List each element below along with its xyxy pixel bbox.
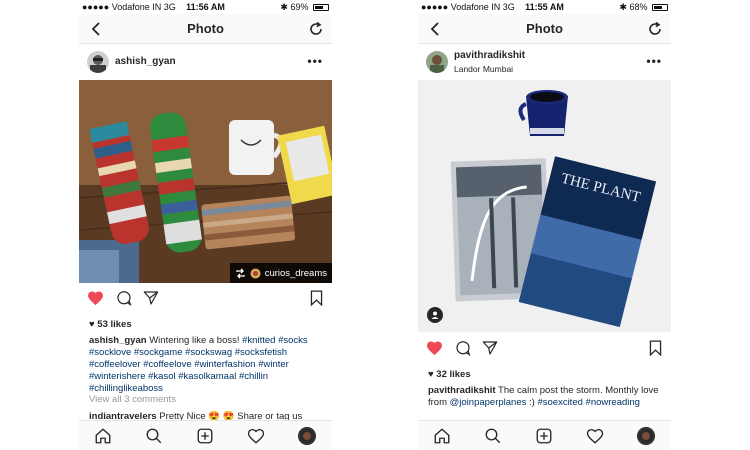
- hashtag[interactable]: #winterishere: [89, 371, 146, 382]
- battery-icon: [652, 4, 668, 11]
- bluetooth-icon: ✱: [280, 2, 288, 12]
- post-actions: [418, 335, 671, 361]
- repost-icon: [236, 268, 245, 278]
- hashtag[interactable]: #socks: [278, 335, 308, 346]
- hashtag[interactable]: #chillin: [239, 371, 268, 382]
- hashtag[interactable]: #winterfashion: [194, 359, 255, 370]
- add-post-icon[interactable]: [196, 427, 214, 445]
- hashtag[interactable]: #socklove: [89, 347, 131, 358]
- post-username[interactable]: pavithradikshit: [454, 50, 525, 61]
- small-heart-icon: ♥: [428, 369, 434, 380]
- post-header: pavithradikshit Landor Mumbai •••: [418, 44, 671, 80]
- activity-heart-icon[interactable]: [586, 427, 604, 445]
- right-phone-screen: ●●●●● Vodafone IN 3G 11:55 AM ✱ 68% Phot…: [418, 0, 671, 450]
- small-heart-icon: ♥: [89, 319, 95, 330]
- search-icon[interactable]: [484, 427, 502, 445]
- comment-icon[interactable]: [455, 340, 471, 356]
- hashtag[interactable]: #nowreading: [586, 397, 640, 408]
- home-icon[interactable]: [94, 427, 112, 445]
- post-photo[interactable]: THE PLANT: [418, 80, 671, 332]
- refresh-icon[interactable]: [647, 21, 663, 37]
- caption-username[interactable]: pavithradikshit: [428, 385, 496, 396]
- bookmark-icon[interactable]: [310, 290, 323, 306]
- activity-heart-icon[interactable]: [247, 427, 265, 445]
- heart-icon[interactable]: [87, 290, 104, 306]
- hashtag[interactable]: #soexcited: [537, 397, 582, 408]
- hashtag[interactable]: #socksfetish: [235, 347, 287, 358]
- more-options-icon[interactable]: •••: [646, 54, 662, 68]
- avatar[interactable]: [87, 51, 109, 73]
- repost-credit-username: curios_dreams: [264, 267, 327, 279]
- add-post-icon[interactable]: [535, 427, 553, 445]
- more-options-icon[interactable]: •••: [307, 54, 323, 68]
- hashtag[interactable]: #kasolkamaal: [178, 371, 236, 382]
- post-header: ashish_gyan •••: [79, 44, 332, 80]
- hashtag[interactable]: #kasol: [148, 371, 175, 382]
- credit-avatar-icon: [250, 268, 261, 278]
- refresh-icon[interactable]: [308, 21, 324, 37]
- page-title: Photo: [187, 21, 224, 36]
- repost-credit-badge[interactable]: curios_dreams: [229, 263, 332, 283]
- search-icon[interactable]: [145, 427, 163, 445]
- mention-link[interactable]: @joinpaperplanes: [450, 397, 527, 408]
- hashtag[interactable]: #knitted: [242, 335, 275, 346]
- status-bar: ●●●●● Vodafone IN 3G 11:56 AM ✱ 69%: [79, 0, 332, 14]
- hashtag[interactable]: #sockgame: [134, 347, 183, 358]
- bottom-tab-bar: [418, 420, 671, 450]
- likes-count[interactable]: ♥ 53 likes: [89, 319, 132, 330]
- caption-tail: :): [529, 397, 535, 408]
- page-title: Photo: [526, 21, 563, 36]
- hashtag[interactable]: #coffeelove: [143, 359, 191, 370]
- caption-text: Wintering like a boss!: [149, 335, 240, 346]
- hashtag[interactable]: #chillinglikeaboss: [89, 383, 163, 394]
- left-phone-screen: ●●●●● Vodafone IN 3G 11:56 AM ✱ 69% Phot…: [79, 0, 332, 450]
- navigation-bar: Photo: [79, 14, 332, 44]
- post-actions: [79, 285, 332, 311]
- share-icon[interactable]: [143, 290, 159, 306]
- home-icon[interactable]: [433, 427, 451, 445]
- magazine-mug-photo: THE PLANT: [418, 80, 671, 332]
- post-username[interactable]: ashish_gyan: [115, 56, 176, 67]
- battery-percent: 68%: [629, 2, 648, 12]
- navigation-bar: Photo: [418, 14, 671, 44]
- bluetooth-icon: ✱: [619, 2, 627, 12]
- hashtag[interactable]: #sockswag: [185, 347, 232, 358]
- profile-tab-avatar[interactable]: [298, 427, 316, 445]
- caption-username[interactable]: ashish_gyan: [89, 335, 147, 346]
- avatar[interactable]: [426, 51, 448, 73]
- post-location[interactable]: Landor Mumbai: [454, 64, 513, 74]
- heart-icon[interactable]: [426, 340, 443, 356]
- user-tag-icon[interactable]: [427, 307, 443, 323]
- post-caption: pavithradikshit The calm post the storm.…: [428, 385, 663, 409]
- likes-count[interactable]: ♥ 32 likes: [428, 369, 471, 380]
- battery-percent: 69%: [290, 2, 309, 12]
- hashtag[interactable]: #winter: [258, 359, 289, 370]
- post-caption: ashish_gyan Wintering like a boss! #knit…: [89, 335, 324, 395]
- view-all-comments-link[interactable]: View all 3 comments: [89, 394, 176, 405]
- bookmark-icon[interactable]: [649, 340, 662, 356]
- battery-icon: [313, 4, 329, 11]
- hashtag[interactable]: #coffeelover: [89, 359, 141, 370]
- status-bar: ●●●●● Vodafone IN 3G 11:55 AM ✱ 68%: [418, 0, 671, 14]
- profile-tab-avatar[interactable]: [637, 427, 655, 445]
- comment-icon[interactable]: [116, 290, 132, 306]
- post-photo[interactable]: curios_dreams: [79, 80, 332, 283]
- share-icon[interactable]: [482, 340, 498, 356]
- bottom-tab-bar: [79, 420, 332, 450]
- socks-coffee-photo: [79, 80, 332, 283]
